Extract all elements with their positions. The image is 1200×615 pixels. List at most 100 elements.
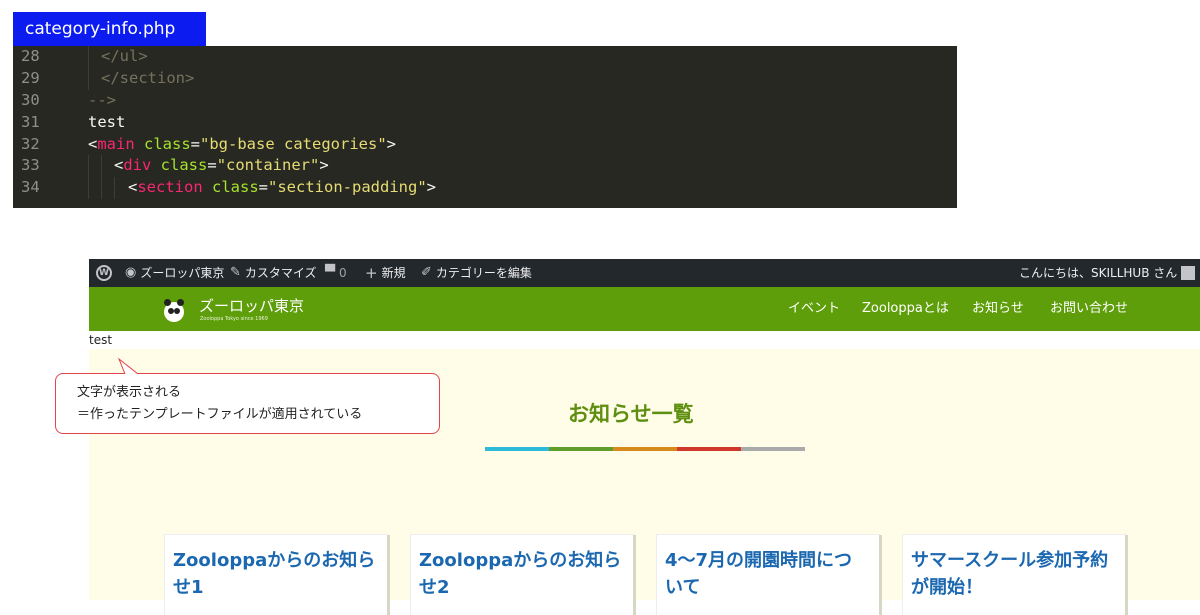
indent-guide bbox=[114, 177, 115, 200]
brush-icon: ✎ bbox=[230, 265, 241, 280]
code-text: </section> bbox=[101, 68, 194, 90]
line-number: 29 bbox=[21, 68, 40, 87]
code-text: test bbox=[88, 112, 125, 134]
code-line: 29 </section> bbox=[13, 67, 957, 90]
code-token: = bbox=[207, 156, 217, 175]
line-number: 28 bbox=[21, 47, 40, 65]
code-token: class bbox=[151, 156, 208, 175]
code-token: --> bbox=[88, 90, 116, 109]
admin-site-name: ズーロッパ東京 bbox=[140, 266, 225, 280]
code-token: class bbox=[134, 134, 191, 153]
plus-icon: + bbox=[365, 264, 378, 282]
line-number: 31 bbox=[21, 112, 40, 131]
code-token: test bbox=[88, 112, 126, 131]
greeting-text: こんにちは、SKILLHUB さん bbox=[1019, 266, 1178, 280]
file-tab[interactable]: category-info.php bbox=[13, 12, 206, 46]
code-line: 28 </ul> bbox=[13, 46, 957, 68]
news-card-3[interactable]: 4〜7月の開園時間について bbox=[657, 535, 879, 615]
nav-item-news[interactable]: お知らせ bbox=[972, 287, 1024, 331]
nav-item-contact[interactable]: お問い合わせ bbox=[1050, 287, 1128, 331]
code-token: main bbox=[97, 134, 135, 153]
indent-guide bbox=[101, 155, 102, 178]
code-text: <main class="bg-base categories"> bbox=[88, 134, 396, 156]
admin-bar: W ◉ ズーロッパ東京 ✎ カスタマイズ ▀ 0 + 新規 ✐ カテゴリーを編集… bbox=[89, 259, 1200, 287]
comment-icon: ▀ bbox=[325, 265, 335, 280]
callout-line-2: ＝作ったテンプレートファイルが適用されている bbox=[77, 407, 363, 422]
color-bar-segment bbox=[677, 447, 741, 451]
indent-guide bbox=[88, 67, 89, 90]
dashboard-icon: ◉ bbox=[125, 265, 137, 280]
comments-link[interactable]: ▀ 0 bbox=[325, 259, 347, 287]
line-number: 32 bbox=[21, 134, 40, 153]
site-tagline: Zooloppa Tokyo since 1969 bbox=[200, 316, 268, 322]
code-line: 34 <section class="section-padding"> bbox=[13, 177, 957, 200]
code-token: = bbox=[258, 178, 269, 197]
customize-link[interactable]: ✎ カスタマイズ bbox=[230, 259, 317, 287]
customize-label: カスタマイズ bbox=[244, 266, 317, 280]
callout-pointer bbox=[118, 358, 139, 375]
nav-item-events[interactable]: イベント bbox=[788, 287, 840, 331]
code-token: div bbox=[123, 156, 152, 175]
news-card-4[interactable]: サマースクール参加予約が開始！ bbox=[903, 535, 1125, 615]
code-text: --> bbox=[88, 90, 116, 112]
news-card-title[interactable]: Zooloppaからのお知らせ1 bbox=[173, 547, 378, 601]
edit-category-label: カテゴリーを編集 bbox=[435, 266, 532, 280]
code-token: < bbox=[88, 134, 98, 153]
new-label: 新規 bbox=[381, 266, 406, 280]
indent-guide bbox=[101, 177, 102, 200]
code-token: "section-padding" bbox=[268, 178, 427, 197]
title-color-bar bbox=[485, 447, 805, 451]
site-title[interactable]: ズーロッパ東京 bbox=[199, 295, 304, 316]
page-title: お知らせ一覧 bbox=[568, 402, 694, 426]
color-bar-segment bbox=[485, 447, 549, 451]
site-header: ズーロッパ東京 Zooloppa Tokyo since 1969 イベント Z… bbox=[89, 287, 1200, 331]
code-token: < bbox=[114, 156, 124, 175]
line-number: 34 bbox=[21, 178, 40, 197]
news-card-title[interactable]: サマースクール参加予約が開始！ bbox=[911, 547, 1116, 601]
code-token: "bg-base categories" bbox=[200, 134, 387, 153]
news-card-1[interactable]: Zooloppaからのお知らせ1 bbox=[165, 535, 387, 615]
code-token: > bbox=[319, 156, 329, 175]
code-line: 30 --> bbox=[13, 90, 957, 112]
edit-category-link[interactable]: ✐ カテゴリーを編集 bbox=[421, 259, 532, 287]
indent-guide bbox=[88, 177, 89, 200]
code-token: > bbox=[426, 178, 436, 197]
color-bar-segment bbox=[613, 447, 677, 451]
code-token: class bbox=[202, 178, 259, 197]
comments-count: 0 bbox=[339, 266, 347, 280]
code-line: 33 <div class="container"> bbox=[13, 155, 957, 178]
code-token: </ul> bbox=[101, 47, 148, 65]
code-token: section bbox=[137, 178, 203, 197]
code-text: <section class="section-padding"> bbox=[128, 177, 436, 199]
test-output-text: test bbox=[89, 331, 1200, 349]
code-line: 31 test bbox=[13, 112, 957, 134]
line-number: 33 bbox=[21, 156, 40, 175]
news-card-title[interactable]: 4〜7月の開園時間について bbox=[665, 547, 870, 601]
wordpress-logo-icon[interactable]: W bbox=[96, 259, 112, 287]
pencil-icon: ✐ bbox=[421, 265, 432, 280]
code-text: </ul> bbox=[101, 46, 148, 68]
annotation-callout: 文字が表示される ＝作ったテンプレートファイルが適用されている bbox=[55, 373, 440, 434]
line-number: 30 bbox=[21, 90, 40, 109]
news-card-title[interactable]: Zooloppaからのお知らせ2 bbox=[419, 547, 624, 601]
code-text: <div class="container"> bbox=[114, 155, 329, 177]
code-line: 32 <main class="bg-base categories"> bbox=[13, 134, 957, 156]
indent-guide bbox=[88, 46, 89, 68]
panda-logo-icon[interactable] bbox=[164, 299, 184, 322]
search-icon[interactable] bbox=[1181, 259, 1194, 287]
color-bar-segment bbox=[549, 447, 613, 451]
new-content-link[interactable]: + 新規 bbox=[365, 259, 406, 287]
admin-site-link[interactable]: ◉ ズーロッパ東京 bbox=[125, 259, 224, 287]
my-account-link[interactable]: こんにちは、SKILLHUB さん bbox=[1019, 259, 1196, 287]
code-token: = bbox=[190, 134, 201, 153]
color-bar-segment bbox=[741, 447, 805, 451]
code-token: > bbox=[386, 134, 396, 153]
news-card-2[interactable]: Zooloppaからのお知らせ2 bbox=[411, 535, 633, 615]
code-token: "container" bbox=[216, 156, 320, 175]
code-token: </section> bbox=[101, 68, 195, 87]
nav-item-about[interactable]: Zooloppaとは bbox=[862, 287, 949, 331]
indent-guide bbox=[88, 155, 89, 178]
callout-line-1: 文字が表示される bbox=[77, 385, 182, 400]
code-editor[interactable]: 28 </ul> 29 </section> 30 --> 31 test 32 <main cl… bbox=[13, 46, 957, 208]
code-token: < bbox=[128, 178, 138, 197]
